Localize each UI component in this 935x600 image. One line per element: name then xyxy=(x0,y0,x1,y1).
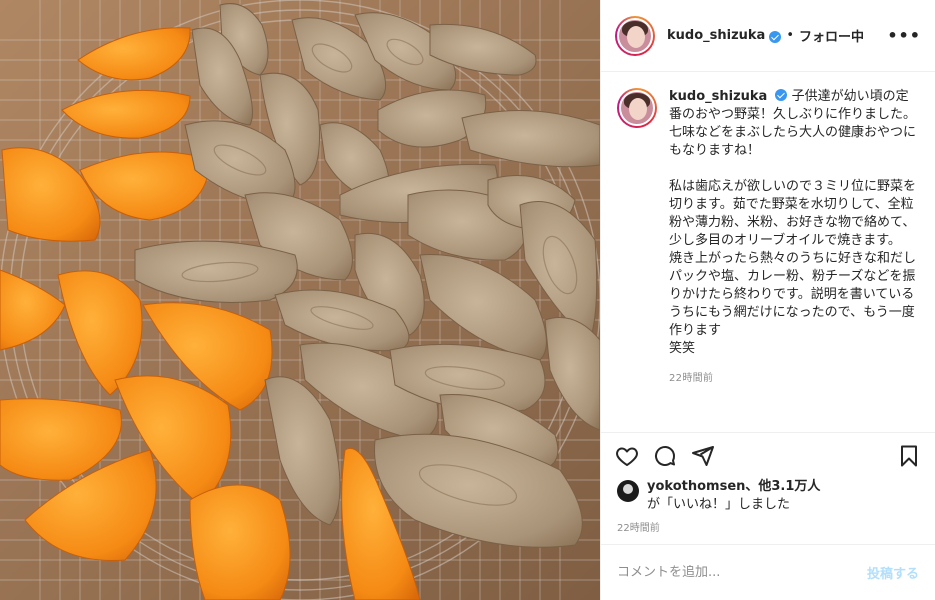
action-bar xyxy=(601,432,935,478)
header-separator: • xyxy=(786,28,794,43)
post-photo[interactable] xyxy=(0,0,600,600)
author-avatar[interactable] xyxy=(615,15,655,56)
like-heart-icon[interactable] xyxy=(615,444,639,468)
liker-avatar[interactable] xyxy=(617,480,639,502)
likes-summary: yokothomsen、他3.1万人 が「いいね！」しました xyxy=(601,478,935,518)
post-header: kudo_shizuka • フォロー中 ••• xyxy=(601,0,935,72)
author-username[interactable]: kudo_shizuka xyxy=(667,28,765,43)
caption-section: kudo_shizuka 子供達が幼い頃の定番のおやつ野菜！久しぶりに作りました… xyxy=(601,72,935,432)
caption-text: 子供達が幼い頃の定番のおやつ野菜！久しぶりに作りました。七味などをまぶしたら大人… xyxy=(669,89,917,356)
caption-verified-badge-icon xyxy=(775,89,788,101)
comment-bubble-icon[interactable] xyxy=(653,444,677,468)
more-options-icon[interactable]: ••• xyxy=(887,26,921,45)
verified-badge-icon xyxy=(769,30,782,43)
instagram-post: kudo_shizuka • フォロー中 ••• kudo_shizuka 子供… xyxy=(0,0,935,600)
caption-body: kudo_shizuka 子供達が幼い頃の定番のおやつ野菜！久しぶりに作りました… xyxy=(669,88,919,432)
caption-author-avatar[interactable] xyxy=(617,88,657,128)
comment-input[interactable] xyxy=(617,565,867,580)
post-comment-button[interactable]: 投稿する xyxy=(867,563,919,582)
share-paper-plane-icon[interactable] xyxy=(691,444,715,468)
following-button[interactable]: フォロー中 xyxy=(799,26,864,45)
comment-form: 投稿する xyxy=(601,544,935,600)
liker-username[interactable]: yokothomsen xyxy=(647,479,745,494)
fried-vegetables-image xyxy=(0,0,600,600)
likes-count[interactable]: 、他3.1万人 xyxy=(745,479,820,494)
caption-timestamp[interactable]: 22時間前 xyxy=(669,370,919,388)
caption-username[interactable]: kudo_shizuka xyxy=(669,89,767,104)
post-sidebar: kudo_shizuka • フォロー中 ••• kudo_shizuka 子供… xyxy=(600,0,935,600)
likes-suffix: が「いいね！」しました xyxy=(647,497,791,512)
save-bookmark-icon[interactable] xyxy=(897,444,921,468)
post-timestamp[interactable]: 22時間前 xyxy=(601,518,935,544)
likes-text: yokothomsen、他3.1万人 が「いいね！」しました xyxy=(647,478,820,518)
